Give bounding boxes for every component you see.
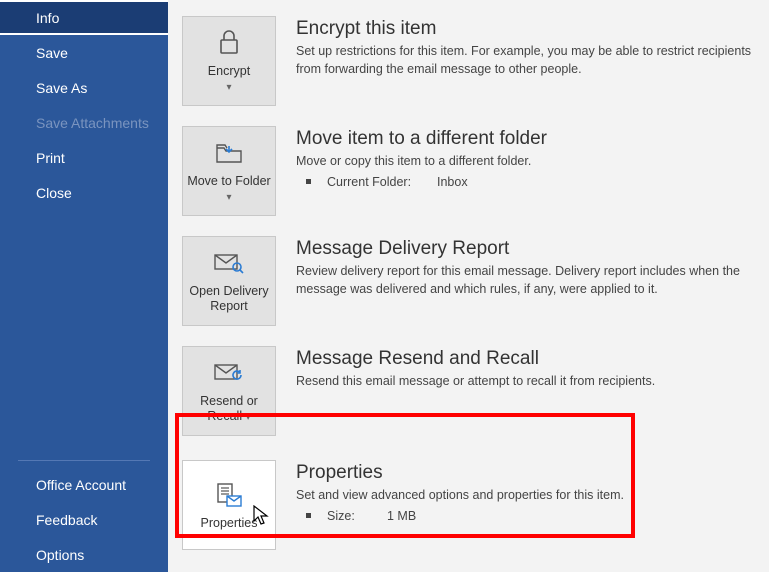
section-encrypt: Encrypt ▾ Encrypt this item Set up restri…	[182, 16, 755, 106]
resend-title: Message Resend and Recall	[296, 348, 755, 370]
current-folder-key: Current Folder:	[327, 175, 427, 189]
tile-label: Move to Folder	[187, 174, 270, 188]
envelope-refresh-icon	[213, 358, 245, 388]
bullet-icon	[306, 179, 311, 184]
sidebar-label: Close	[36, 185, 72, 201]
sidebar-item-options[interactable]: Options	[0, 537, 168, 572]
properties-icon	[213, 480, 245, 510]
size-key: Size:	[327, 509, 377, 523]
sidebar-divider	[18, 460, 150, 461]
resend-desc: Resend this email message or attempt to …	[296, 373, 755, 391]
sidebar-item-print[interactable]: Print	[0, 140, 168, 175]
move-folder-icon	[213, 138, 245, 168]
delivery-title: Message Delivery Report	[296, 238, 755, 260]
move-to-folder-button[interactable]: Move to Folder ▾	[182, 126, 276, 216]
bullet-icon	[306, 513, 311, 518]
delivery-desc: Review delivery report for this email me…	[296, 263, 755, 298]
section-properties: Properties Properties Set and view advan…	[182, 460, 755, 550]
envelope-search-icon	[213, 248, 245, 278]
sidebar-label: Info	[36, 10, 59, 26]
size-row: Size: 1 MB	[296, 509, 755, 523]
sidebar-label: Save	[36, 45, 68, 61]
current-folder-row: Current Folder: Inbox	[296, 175, 755, 189]
backstage-sidebar: Info Save Save As Save Attachments Print…	[0, 0, 168, 572]
chevron-down-icon: ▾	[226, 192, 231, 203]
open-delivery-report-button[interactable]: Open Delivery Report	[182, 236, 276, 326]
size-value: 1 MB	[387, 509, 416, 523]
section-move: Move to Folder ▾ Move item to a differen…	[182, 126, 755, 216]
sidebar-label: Print	[36, 150, 65, 166]
sidebar-item-save-attachments: Save Attachments	[0, 105, 168, 140]
lock-icon	[213, 28, 245, 58]
tile-label: Encrypt	[208, 64, 250, 78]
chevron-down-icon: ▾	[226, 82, 231, 93]
properties-desc: Set and view advanced options and proper…	[296, 487, 755, 505]
main-panel: Encrypt ▾ Encrypt this item Set up restri…	[168, 0, 769, 572]
sidebar-label: Feedback	[36, 512, 97, 528]
move-desc: Move or copy this item to a different fo…	[296, 153, 755, 171]
sidebar-label: Save Attachments	[36, 115, 149, 131]
current-folder-value: Inbox	[437, 175, 468, 189]
encrypt-desc: Set up restrictions for this item. For e…	[296, 43, 755, 78]
sidebar-label: Office Account	[36, 477, 126, 493]
sidebar-item-feedback[interactable]: Feedback	[0, 502, 168, 537]
section-resend: Resend or Recall ▾ Message Resend and Re…	[182, 346, 755, 436]
section-delivery: Open Delivery Report Message Delivery Re…	[182, 236, 755, 326]
sidebar-item-office-account[interactable]: Office Account	[0, 467, 168, 502]
encrypt-title: Encrypt this item	[296, 18, 755, 40]
properties-title: Properties	[296, 462, 755, 484]
properties-button[interactable]: Properties	[182, 460, 276, 550]
tile-label: Properties	[201, 516, 258, 531]
sidebar-item-saveas[interactable]: Save As	[0, 70, 168, 105]
resend-recall-button[interactable]: Resend or Recall ▾	[182, 346, 276, 436]
move-title: Move item to a different folder	[296, 128, 755, 150]
tile-label: Open Delivery Report	[185, 284, 273, 314]
sidebar-label: Options	[36, 547, 84, 563]
chevron-down-icon: ▾	[246, 412, 251, 423]
encrypt-button[interactable]: Encrypt ▾	[182, 16, 276, 106]
sidebar-item-close[interactable]: Close	[0, 175, 168, 210]
sidebar-label: Save As	[36, 80, 87, 96]
sidebar-item-save[interactable]: Save	[0, 35, 168, 70]
sidebar-item-info[interactable]: Info	[0, 0, 168, 35]
